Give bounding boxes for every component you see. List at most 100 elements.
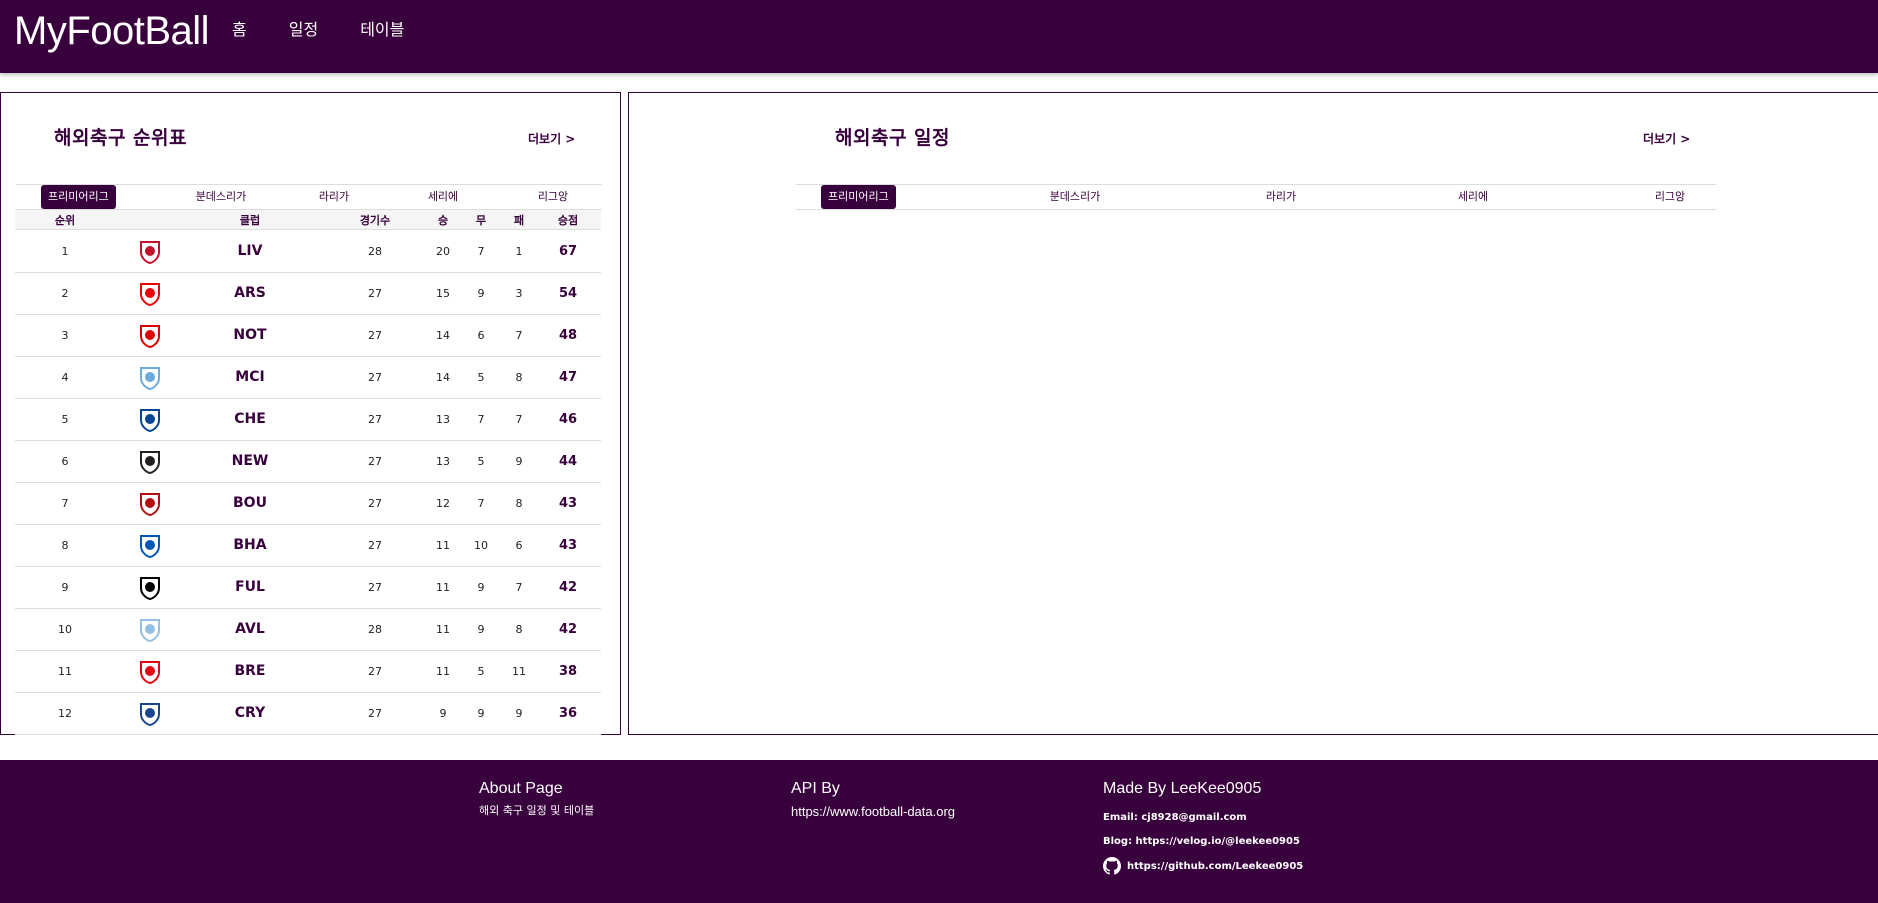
- row-rank: 9: [61, 581, 69, 594]
- footer-blog[interactable]: Blog: https://velog.io/@leekee0905: [1103, 836, 1303, 847]
- standings-more-link[interactable]: 더보기 >: [528, 130, 575, 147]
- row-club[interactable]: LIV: [220, 231, 280, 272]
- row-lost: 8: [515, 497, 523, 510]
- table-row[interactable]: 2 ARS 27 15 9 3 54: [15, 273, 601, 315]
- row-played: 28: [368, 623, 382, 636]
- row-points: 54: [558, 286, 578, 301]
- row-won: 9: [439, 707, 447, 720]
- row-draw: 7: [477, 497, 485, 510]
- row-draw: 5: [477, 665, 485, 678]
- row-lost: 3: [515, 287, 523, 300]
- schedule-panel: 해외축구 일정 더보기 > 프리미어리그 분데스리가 라리가 세리에 리그앙: [628, 92, 1878, 735]
- club-crest-icon: [140, 661, 160, 685]
- table-row[interactable]: 8 BHA 27 11 10 6 43: [15, 525, 601, 567]
- row-club[interactable]: FUL: [220, 567, 280, 608]
- table-row[interactable]: 11 BRE 27 11 5 11 38: [15, 651, 601, 693]
- row-club[interactable]: CRY: [220, 693, 280, 734]
- row-points: 48: [558, 328, 578, 343]
- row-draw: 6: [477, 329, 485, 342]
- row-club[interactable]: AVL: [220, 609, 280, 650]
- row-lost: 1: [515, 245, 523, 258]
- club-crest-icon: [140, 493, 160, 517]
- row-played: 27: [368, 371, 382, 384]
- table-row[interactable]: 6 NEW 27 13 5 9 44: [15, 441, 601, 483]
- table-row[interactable]: 4 MCI 27 14 5 8 47: [15, 357, 601, 399]
- row-club[interactable]: MCI: [220, 357, 280, 398]
- main-nav: 홈 일정 테이블: [232, 18, 446, 42]
- row-lost: 11: [512, 665, 526, 678]
- tab-ligue-1[interactable]: 리그앙: [528, 185, 578, 209]
- row-won: 13: [436, 413, 450, 426]
- row-rank: 3: [61, 329, 69, 342]
- tab-serie-a[interactable]: 세리에: [1448, 185, 1498, 209]
- tab-serie-a[interactable]: 세리에: [418, 185, 468, 209]
- row-club[interactable]: BOU: [220, 483, 280, 524]
- brand-logo[interactable]: MyFootBall: [14, 6, 210, 56]
- table-row[interactable]: 7 BOU 27 12 7 8 43: [15, 483, 601, 525]
- row-club[interactable]: CHE: [220, 399, 280, 440]
- tab-premier-league[interactable]: 프리미어리그: [41, 185, 116, 209]
- table-row[interactable]: 3 NOT 27 14 6 7 48: [15, 315, 601, 357]
- row-played: 27: [368, 287, 382, 300]
- row-played: 27: [368, 413, 382, 426]
- row-club[interactable]: NOT: [220, 315, 280, 356]
- club-crest-icon: [140, 409, 160, 433]
- row-won: 14: [436, 329, 450, 342]
- row-draw: 9: [477, 623, 485, 636]
- standings-title: 해외축구 순위표: [54, 127, 187, 149]
- row-club[interactable]: BHA: [220, 525, 280, 566]
- row-rank: 1: [61, 245, 69, 258]
- schedule-league-tabs: 프리미어리그 분데스리가 라리가 세리에 리그앙: [796, 184, 1716, 210]
- club-crest-icon: [140, 451, 160, 475]
- nav-home[interactable]: 홈: [232, 18, 247, 42]
- row-draw: 5: [477, 371, 485, 384]
- footer-email[interactable]: Email: cj8928@gmail.com: [1103, 812, 1303, 823]
- row-rank: 7: [61, 497, 69, 510]
- table-row[interactable]: 9 FUL 27 11 9 7 42: [15, 567, 601, 609]
- club-crest-icon: [140, 283, 160, 307]
- footer-made-by: Made By LeeKee0905 Email: cj8928@gmail.c…: [1103, 778, 1303, 875]
- top-header: MyFootBall 홈 일정 테이블: [0, 0, 1878, 73]
- row-club[interactable]: NEW: [220, 441, 280, 482]
- club-crest-icon: [140, 535, 160, 559]
- club-crest-icon: [140, 619, 160, 643]
- schedule-more-link[interactable]: 더보기 >: [1643, 130, 1690, 147]
- row-club[interactable]: BRE: [220, 651, 280, 692]
- row-won: 14: [436, 371, 450, 384]
- tab-bundesliga[interactable]: 분데스리가: [1040, 185, 1110, 209]
- row-played: 27: [368, 539, 382, 552]
- nav-table[interactable]: 테이블: [360, 18, 404, 42]
- tab-ligue-1[interactable]: 리그앙: [1645, 185, 1695, 209]
- tab-laliga[interactable]: 라리가: [1256, 185, 1306, 209]
- table-row[interactable]: 1 LIV 28 20 7 1 67: [15, 231, 601, 273]
- row-club[interactable]: ARS: [220, 273, 280, 314]
- table-row[interactable]: 10 AVL 28 11 9 8 42: [15, 609, 601, 651]
- table-row[interactable]: 12 CRY 27 9 9 9 36: [15, 693, 601, 735]
- nav-schedule[interactable]: 일정: [289, 18, 318, 42]
- footer-github[interactable]: https://github.com/Leekee0905: [1103, 857, 1303, 875]
- row-played: 27: [368, 665, 382, 678]
- row-lost: 7: [515, 581, 523, 594]
- footer-api: API By https://www.football-data.org: [791, 778, 955, 819]
- footer-github-link: https://github.com/Leekee0905: [1127, 860, 1304, 872]
- site-footer: About Page 해외 축구 일정 및 테이블 API By https:/…: [0, 760, 1878, 903]
- header-lost: 패: [513, 214, 525, 227]
- schedule-title: 해외축구 일정: [835, 127, 950, 149]
- club-crest-icon: [140, 325, 160, 349]
- row-rank: 12: [58, 707, 72, 720]
- tab-premier-league[interactable]: 프리미어리그: [821, 185, 896, 209]
- footer-api-link[interactable]: https://www.football-data.org: [791, 804, 955, 819]
- row-points: 42: [558, 622, 578, 637]
- tab-bundesliga[interactable]: 분데스리가: [186, 185, 256, 209]
- row-rank: 10: [58, 623, 72, 636]
- row-won: 11: [436, 665, 450, 678]
- standings-league-tabs: 프리미어리그 분데스리가 라리가 세리에 리그앙: [16, 184, 602, 210]
- row-points: 47: [558, 370, 578, 385]
- footer-about-title[interactable]: About Page: [479, 778, 594, 800]
- row-lost: 8: [515, 371, 523, 384]
- header-draw: 무: [475, 214, 487, 227]
- row-points: 38: [558, 664, 578, 679]
- row-played: 27: [368, 581, 382, 594]
- table-row[interactable]: 5 CHE 27 13 7 7 46: [15, 399, 601, 441]
- tab-laliga[interactable]: 라리가: [309, 185, 359, 209]
